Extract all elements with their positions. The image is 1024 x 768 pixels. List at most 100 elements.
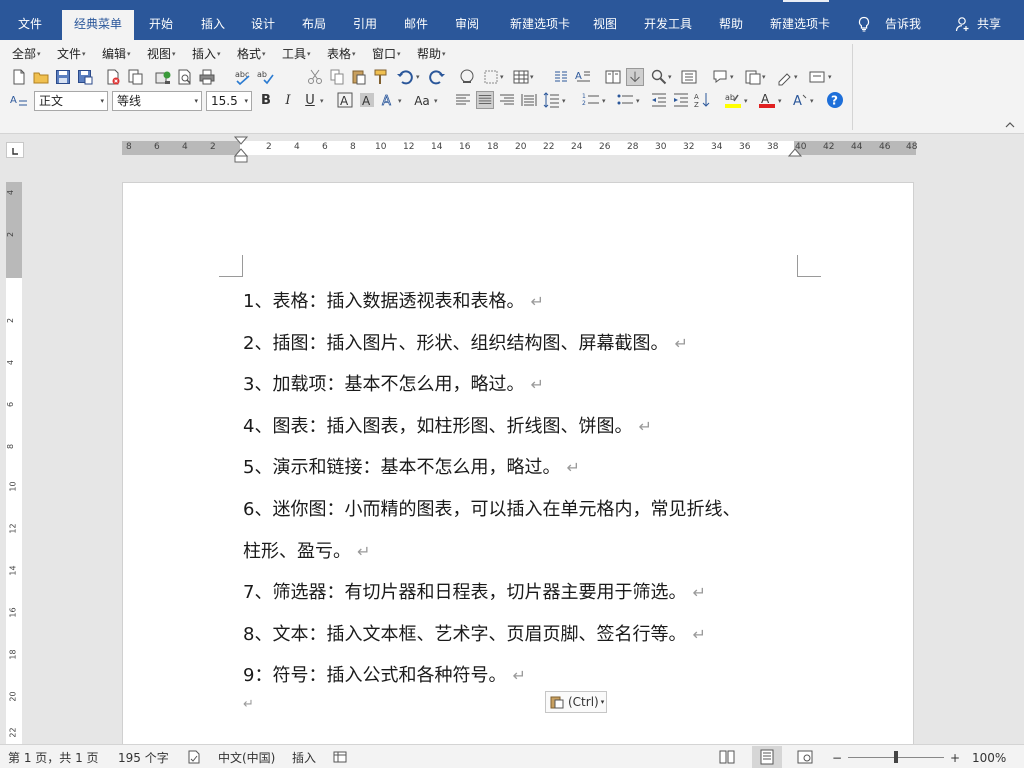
paragraph-4[interactable]: 4、图表：插入图表，如柱形图、折线图、饼图。 ↵ [243,412,652,438]
tab-help[interactable]: 帮助 [710,10,752,38]
page-view-icon[interactable] [680,68,698,86]
table-dropdown-icon[interactable]: ▾ [530,73,534,81]
language[interactable]: 中文(中国) [218,750,275,766]
style-combo[interactable]: 正文 ▾ [34,91,108,111]
save-icon[interactable] [54,68,72,86]
insert-mode[interactable]: 插入 [292,750,316,766]
tab-design[interactable]: 设计 [242,10,284,38]
line-spacing-icon[interactable] [542,91,560,109]
zoom-level[interactable]: 100% [972,750,1006,766]
tab-selector[interactable] [6,142,24,158]
paragraph-9[interactable]: 9：符号：插入公式和各种符号。 ↵ [243,661,526,687]
styles-pane-icon[interactable]: A [10,91,28,109]
phonetic-guide-dropdown-icon[interactable]: ▾ [810,97,814,105]
font-size-combo[interactable]: 15.5 ▾ [206,91,252,111]
tab-home[interactable]: 开始 [140,10,182,38]
menu-table[interactable]: 表格▾ [327,46,356,62]
tab-new-2[interactable]: 新建选项卡 [762,10,838,38]
document-page[interactable]: 1、表格：插入数据透视表和表格。 ↵ 2、插图：插入图片、形状、组织结构图、屏幕截… [122,182,914,762]
zoom-icon[interactable] [650,68,668,86]
sort-icon[interactable]: AZ [694,91,712,109]
paragraph-1[interactable]: 1、表格：插入数据透视表和表格。 ↵ [243,287,544,313]
drop-cap-icon[interactable]: A [574,68,592,86]
print-preview-icon[interactable] [176,68,194,86]
copy-icon[interactable] [328,68,346,86]
zoom-slider-thumb[interactable] [894,751,898,763]
highlight-color-dropdown-icon[interactable]: ▾ [744,97,748,105]
page-count[interactable]: 第 1 页，共 1 页 [8,750,99,766]
proofing-icon[interactable] [186,749,202,765]
align-left-icon[interactable] [454,91,472,109]
collapse-ribbon-icon[interactable] [1004,120,1016,130]
menu-all[interactable]: 全部▾ [12,46,41,62]
paste-options-button[interactable]: (Ctrl) ▾ [545,691,607,713]
word-count[interactable]: 195 个字 [118,750,169,766]
menu-insert[interactable]: 插入▾ [192,46,221,62]
undo-icon[interactable] [396,68,414,86]
close-document-icon[interactable] [104,68,122,86]
increase-indent-icon[interactable] [672,91,690,109]
tell-me-box[interactable]: 告诉我 [876,10,930,38]
borders-dropdown-icon[interactable]: ▾ [500,73,504,81]
share-button[interactable]: 共享 [972,10,1006,38]
undo-dropdown-icon[interactable]: ▾ [416,73,420,81]
tab-mailings[interactable]: 邮件 [395,10,437,38]
text-effects-icon[interactable]: A [380,91,398,109]
underline-button[interactable]: U [302,91,318,111]
document-properties-icon[interactable] [126,68,144,86]
text-effects-dropdown-icon[interactable]: ▾ [398,97,402,105]
character-shading-icon[interactable]: A [358,91,376,109]
distributed-icon[interactable] [520,91,538,109]
bold-button[interactable]: B [258,91,274,111]
tab-developer[interactable]: 开发工具 [636,10,700,38]
track-changes-icon[interactable] [744,68,762,86]
comment-dropdown-icon[interactable]: ▾ [730,73,734,81]
columns-icon[interactable] [552,68,570,86]
paragraph-6-line-1[interactable]: 6、迷你图：小而精的图表，可以插入在单元格内，常见折线、 [243,495,740,521]
menu-file[interactable]: 文件▾ [57,46,86,62]
indent-marker-icon[interactable] [234,136,248,164]
redo-icon[interactable] [428,68,446,86]
table-icon[interactable] [512,68,530,86]
change-case-dropdown-icon[interactable]: ▾ [434,97,438,105]
paste-icon[interactable] [350,68,368,86]
paragraph-8[interactable]: 8、文本：插入文本框、艺术字、页眉页脚、签名行等。 ↵ [243,620,706,646]
tab-classic-menu[interactable]: 经典菜单 [62,10,134,40]
tab-view[interactable]: 视图 [584,10,626,38]
menu-help[interactable]: 帮助▾ [417,46,446,62]
paragraph-5[interactable]: 5、演示和链接：基本不怎么用，略过。 ↵ [243,453,580,479]
justify-icon[interactable] [476,91,494,109]
bullets-icon[interactable] [616,91,634,109]
numbering-dropdown-icon[interactable]: ▾ [602,97,606,105]
highlight-pen-dropdown-icon[interactable]: ▾ [794,73,798,81]
new-document-icon[interactable] [10,68,28,86]
font-color-icon[interactable]: A [758,91,776,109]
paragraph-2[interactable]: 2、插图：插入图片、形状、组织结构图、屏幕截图。 ↵ [243,329,688,355]
zoom-in-button[interactable]: + [950,750,960,766]
align-right-icon[interactable] [498,91,516,109]
phonetic-guide-icon[interactable]: A [792,91,810,109]
underline-dropdown-icon[interactable]: ▾ [320,97,324,105]
character-border-icon[interactable]: A [336,91,354,109]
tab-insert[interactable]: 插入 [192,10,234,38]
save-as-icon[interactable] [76,68,94,86]
vertical-ruler[interactable]: 4 2 2 4 6 8 10 12 14 16 18 20 22 [6,182,22,744]
help-icon[interactable]: ? [826,91,844,109]
paragraph-3[interactable]: 3、加载项：基本不怎么用，略过。 ↵ [243,370,544,396]
borders-icon[interactable] [482,68,500,86]
zoom-out-button[interactable]: − [832,750,842,766]
track-changes-dropdown-icon[interactable]: ▾ [762,73,766,81]
tab-layout[interactable]: 布局 [293,10,335,38]
tab-references[interactable]: 引用 [344,10,386,38]
font-combo[interactable]: 等线 ▾ [112,91,202,111]
read-mode-icon[interactable] [718,749,736,765]
paragraph-7[interactable]: 7、筛选器：有切片器和日程表，切片器主要用于筛选。 ↵ [243,578,706,604]
text-box-dropdown-icon[interactable]: ▾ [828,73,832,81]
web-layout-icon[interactable] [796,749,814,765]
print-layout-button[interactable] [752,746,782,768]
tab-review[interactable]: 审阅 [446,10,488,38]
cut-icon[interactable] [306,68,324,86]
line-spacing-dropdown-icon[interactable]: ▾ [562,97,566,105]
comment-icon[interactable] [712,68,730,86]
format-painter-icon[interactable] [372,68,390,86]
